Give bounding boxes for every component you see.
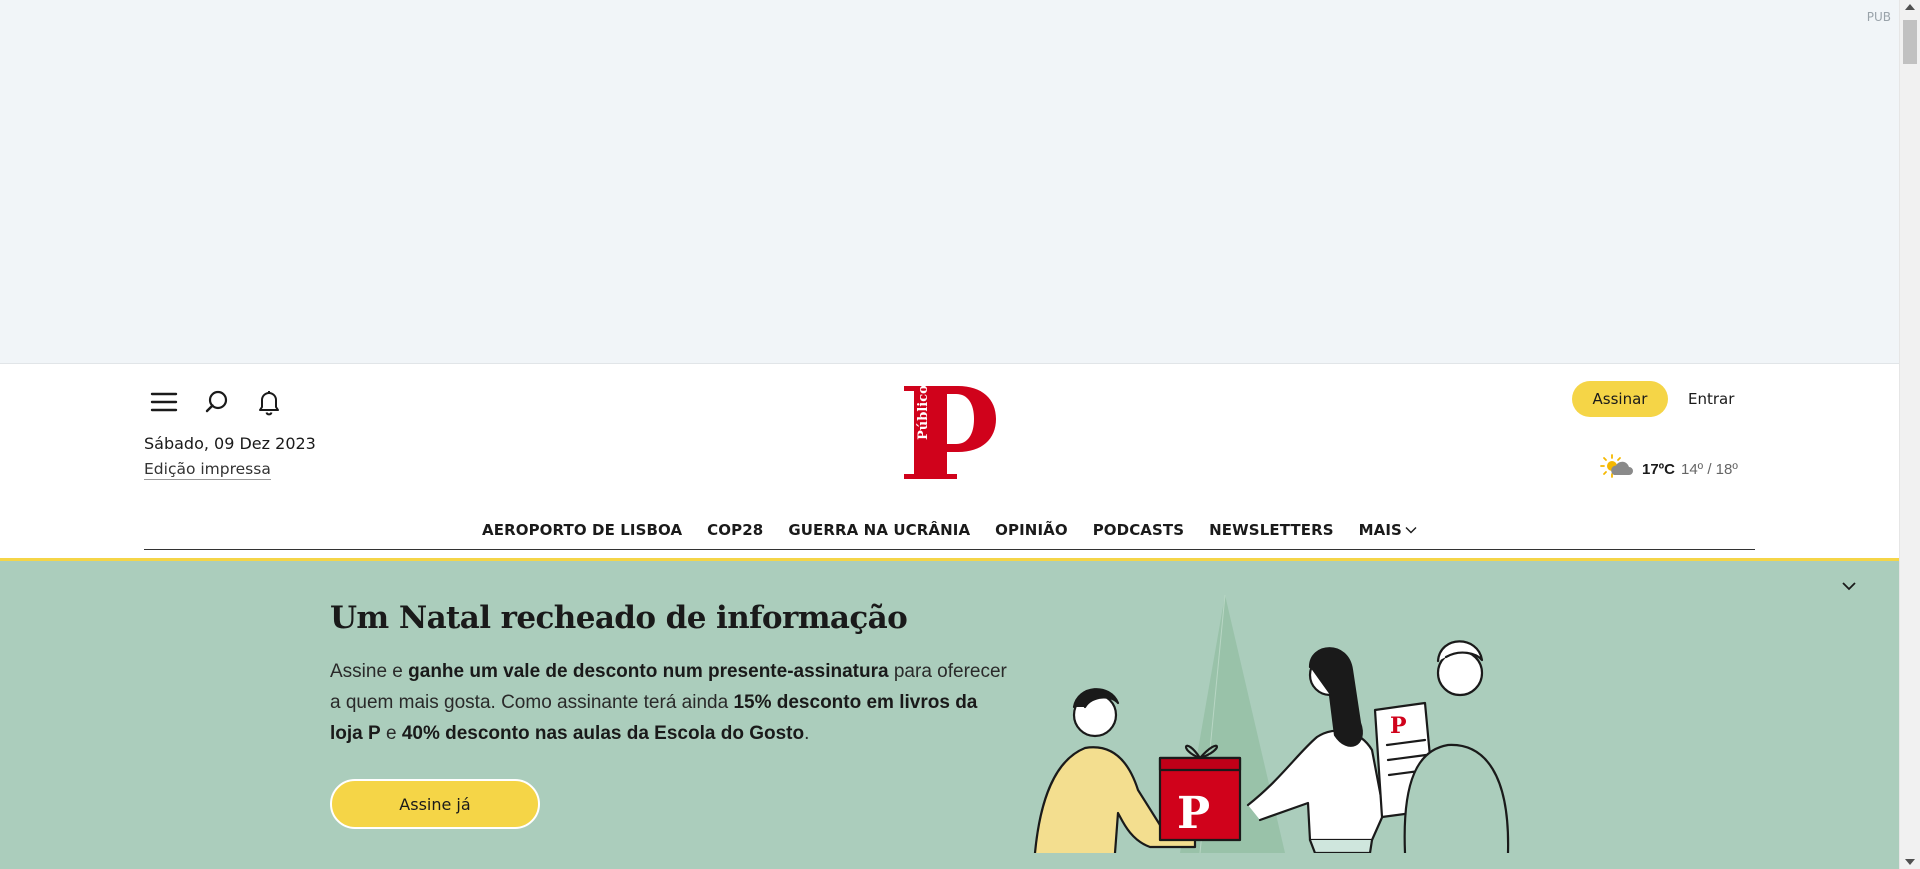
vertical-scrollbar[interactable] — [1899, 0, 1920, 869]
weather-range: 14º / 18º — [1681, 461, 1738, 478]
nav-item-guerra-ucrania[interactable]: GUERRA NA UCRÂNIA — [788, 521, 970, 539]
nav-item-newsletters[interactable]: NEWSLETTERS — [1209, 521, 1333, 539]
subscribe-now-button[interactable]: Assine já — [330, 779, 540, 829]
weather-widget: 17ºC 14º / 18º — [1600, 454, 1738, 485]
chevron-down-icon — [1405, 526, 1417, 533]
christmas-gift-illustration: P P — [1030, 585, 1540, 855]
nav-item-aeroporto[interactable]: AEROPORTO DE LISBOA — [482, 521, 682, 539]
promo-text: Assine e ganhe um vale de desconto num p… — [330, 661, 1007, 744]
bell-icon[interactable] — [252, 385, 286, 419]
menu-icon[interactable] — [147, 385, 181, 419]
svg-text:P: P — [1177, 788, 1210, 839]
nav-item-more[interactable]: MAIS — [1359, 521, 1417, 539]
ad-label: PUB — [1866, 10, 1891, 24]
partly-sunny-icon — [1600, 454, 1636, 485]
nav-item-podcasts[interactable]: PODCASTS — [1093, 521, 1184, 539]
svg-text:P: P — [1390, 713, 1407, 739]
current-date: Sábado, 09 Dez 2023 — [144, 434, 316, 453]
print-edition-link[interactable]: Edição impressa — [144, 460, 271, 480]
logo-wordmark: Público — [916, 385, 931, 440]
search-icon[interactable] — [200, 385, 234, 419]
subscribe-button[interactable]: Assinar — [1572, 381, 1668, 417]
login-link[interactable]: Entrar — [1688, 381, 1734, 417]
weather-temp: 17ºC — [1642, 461, 1675, 478]
ad-banner: PUB — [0, 0, 1899, 364]
publico-logo[interactable]: Público — [900, 382, 1000, 482]
nav-item-cop28[interactable]: COP28 — [707, 521, 763, 539]
scroll-down-arrow-icon[interactable] — [1905, 859, 1915, 865]
main-nav: AEROPORTO DE LISBOA COP28 GUERRA NA UCRÂ… — [144, 510, 1755, 550]
nav-item-opiniao[interactable]: OPINIÃO — [995, 521, 1068, 539]
nav-more-label: MAIS — [1358, 520, 1402, 539]
promo-title: Um Natal recheado de informação — [330, 600, 908, 636]
scroll-up-arrow-icon[interactable] — [1905, 4, 1915, 10]
scrollbar-thumb[interactable] — [1903, 20, 1917, 64]
collapse-chevron-icon[interactable] — [1838, 575, 1860, 597]
